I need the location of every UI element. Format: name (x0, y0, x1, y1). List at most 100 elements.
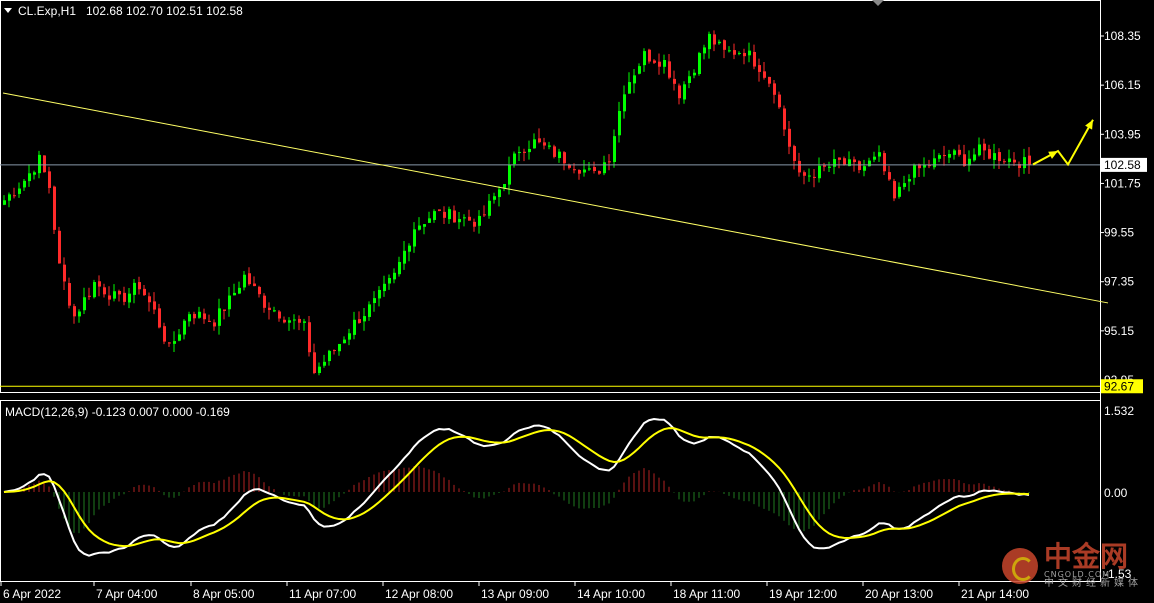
time-tick-label: 6 Apr 2022 (3, 587, 61, 601)
candle-bear (983, 143, 986, 151)
candle-bull (693, 72, 696, 76)
candle-bear (653, 60, 656, 63)
candle-bull (878, 152, 881, 157)
candle-bear (53, 186, 56, 230)
candle-bear (573, 169, 576, 171)
candle-bear (163, 326, 166, 342)
candle-bull (413, 229, 416, 247)
signal-line (3, 427, 1030, 548)
candle-bull (818, 165, 821, 179)
candle-bull (448, 209, 451, 220)
candle-bear (103, 287, 106, 295)
candle-bull (228, 295, 231, 310)
candle-bear (58, 230, 61, 264)
svg-text:92.67: 92.67 (1104, 379, 1134, 393)
coin-logo-icon (1002, 548, 1038, 584)
candle-bear (63, 264, 66, 282)
candle-bear (193, 313, 196, 319)
candle-bull (588, 168, 591, 170)
candle-bull (638, 66, 641, 74)
candle-bull (828, 166, 831, 168)
candle-bull (338, 343, 341, 352)
candle-bull (3, 200, 6, 205)
candle-bull (428, 218, 431, 223)
dropdown-arrow-icon[interactable] (4, 8, 12, 13)
candle-bear (843, 158, 846, 165)
time-tick-label: 19 Apr 12:00 (769, 587, 837, 601)
candle-bear (538, 138, 541, 143)
scroll-marker-icon[interactable] (872, 0, 884, 6)
time-tick-label: 13 Apr 09:00 (481, 587, 549, 601)
macd-histogram (8, 466, 1030, 534)
candle-bull (343, 339, 346, 344)
candle-bear (108, 295, 111, 300)
candle-bear (358, 319, 361, 323)
candle-bull (178, 334, 181, 341)
candle-bear (118, 290, 121, 295)
candle-bull (198, 311, 201, 318)
candle-bear (813, 176, 816, 178)
candle-bear (678, 85, 681, 99)
candle-bull (368, 304, 371, 317)
candle-bull (728, 50, 731, 52)
candle-bull (463, 217, 466, 219)
candle-bull (948, 154, 951, 158)
candle-bear (723, 40, 726, 50)
candle-bear (68, 283, 71, 306)
symbol-label[interactable]: CL.Exp,H1 (18, 4, 76, 18)
candle-bull (603, 162, 606, 174)
candle-bull (363, 316, 366, 322)
candle-bull (808, 175, 811, 177)
candle-bull (493, 196, 496, 200)
price-tick-label: 95.15 (1104, 324, 1134, 338)
candle-bull (528, 148, 531, 153)
candle-bear (883, 153, 886, 172)
macd-tick-zero: 0.00 (1104, 486, 1128, 500)
candle-bull (518, 151, 521, 153)
candle-bull (393, 272, 396, 280)
candle-bear (153, 301, 156, 310)
projection-arrow-path[interactable] (1032, 119, 1094, 167)
candle-bull (408, 245, 411, 252)
candle-bull (238, 287, 241, 294)
candle-bull (293, 319, 296, 321)
candle-bull (613, 136, 616, 162)
candle-bear (143, 288, 146, 296)
candle-bull (583, 169, 586, 173)
ohlc-values: 102.68 102.70 102.51 102.58 (86, 4, 243, 18)
candle-bull (433, 211, 436, 220)
candle-bear (308, 322, 311, 353)
candle-bear (1003, 161, 1006, 163)
candles (3, 30, 1031, 376)
candle-bear (88, 295, 91, 297)
candle-bull (903, 183, 906, 187)
candle-bear (1028, 155, 1031, 165)
candle-bull (688, 76, 691, 83)
candle-bear (553, 146, 556, 157)
candle-bear (213, 322, 216, 327)
candle-bull (953, 150, 956, 155)
trendline[interactable] (2, 92, 1109, 304)
candle-bear (963, 154, 966, 166)
candle-bull (873, 156, 876, 160)
price-tick-label: 97.35 (1104, 275, 1134, 289)
candle-bull (218, 308, 221, 326)
candle-bear (823, 165, 826, 167)
candle-bull (938, 155, 941, 159)
time-tick-label: 8 Apr 05:00 (193, 587, 255, 601)
candle-bear (888, 172, 891, 180)
candle-bull (128, 293, 131, 303)
candle-bear (453, 210, 456, 223)
candle-bear (98, 281, 101, 287)
candle-bull (508, 164, 511, 185)
watermark-name: 中金网 (1044, 540, 1129, 573)
candle-bear (853, 159, 856, 163)
price-tick-label: 108.35 (1104, 29, 1141, 43)
candle-bear (658, 61, 661, 67)
candle-bull (403, 250, 406, 264)
candle-bull (913, 164, 916, 178)
candle-bear (803, 172, 806, 176)
candle-bull (708, 33, 711, 50)
candle-bull (978, 144, 981, 156)
time-tick-label: 7 Apr 04:00 (96, 587, 158, 601)
